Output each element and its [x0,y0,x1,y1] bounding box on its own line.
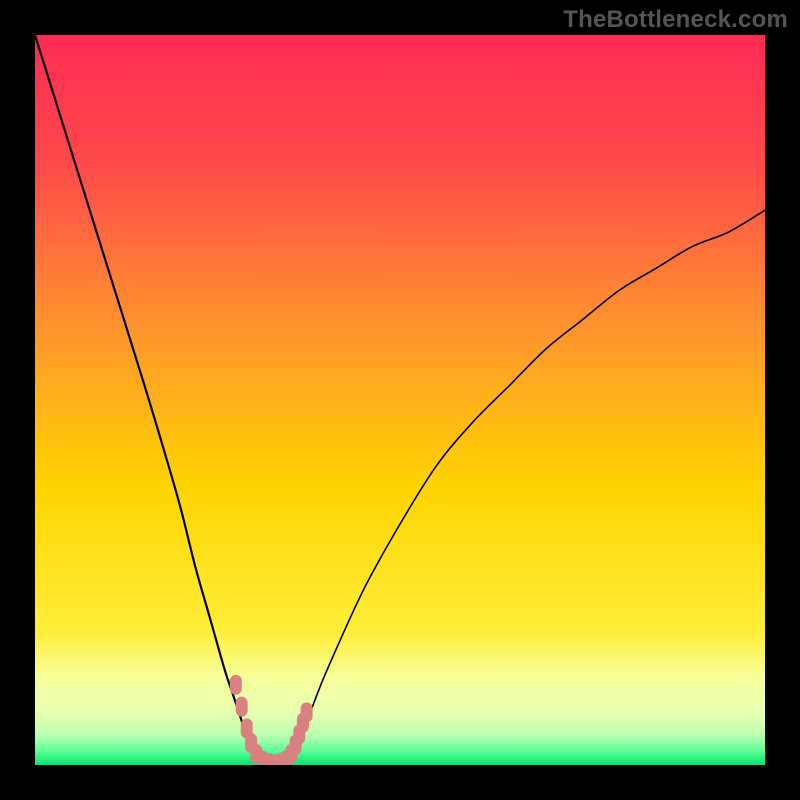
marker-dot [236,697,248,717]
chart-frame: TheBottleneck.com [0,0,800,800]
marker-dot [301,702,313,722]
marker-dot [230,675,242,695]
plot-area [35,35,765,765]
chart-svg [35,35,765,765]
watermark-text: TheBottleneck.com [563,6,788,34]
gradient-background [35,35,765,765]
